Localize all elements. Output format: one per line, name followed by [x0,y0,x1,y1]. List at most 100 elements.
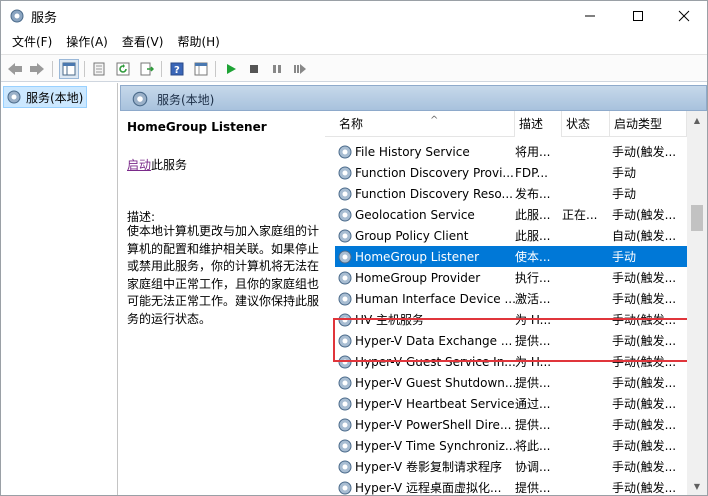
cell-startup-type: 手动(触发... [612,292,677,306]
service-title: HomeGroup Listener [127,120,267,134]
menu-file[interactable]: 文件(F) [5,31,59,53]
forward-button[interactable] [27,59,47,79]
menu-view[interactable]: 查看(V) [115,31,171,53]
service-gear-icon [338,166,352,179]
stop-service-button[interactable] [244,59,264,79]
services-pane: 服务(本地) HomeGroup Listener 启动此服务 描述: 使本地计… [120,83,707,495]
sort-ascending-icon: ^ [430,115,439,126]
cell-startup-type: 手动(触发... [612,208,677,222]
cell-startup-type: 手动(触发... [612,145,677,159]
cell-name: HomeGroup Listener [355,249,480,264]
tree-item-label: 服务(本地) [26,90,84,105]
cell-description: 提供... [515,334,551,348]
menu-help[interactable]: 帮助(H) [170,31,226,53]
view-options-button[interactable] [191,59,211,79]
cell-name: Group Policy Client [355,228,469,243]
table-row[interactable]: Human Interface Device ... 激活... 手动(触发... [335,288,687,309]
tree-item-services-local[interactable]: 服务(本地) [3,86,87,108]
cell-startup-type: 手动(触发... [612,439,677,453]
service-gear-icon [338,397,352,410]
cell-startup-type: 手动 [612,250,637,264]
cell-name: HV 主机服务 [355,313,425,327]
services-gear-icon [7,90,21,104]
cell-name: Geolocation Service [355,207,475,222]
table-row[interactable]: Hyper-V 卷影复制请求程序 协调... 手动(触发... [335,456,687,477]
start-service-link[interactable]: 启动 [127,158,151,172]
refresh-icon [116,62,130,76]
scrollbar-thumb[interactable] [691,205,703,231]
column-header-description[interactable]: 描述 [515,111,562,137]
table-row[interactable]: Hyper-V PowerShell Dire... 提供... 手动(触发... [335,414,687,435]
service-gear-icon [338,439,352,452]
back-button[interactable] [5,59,25,79]
refresh-button[interactable] [113,59,133,79]
cell-description: 为 H... [515,355,552,369]
table-row[interactable]: Function Discovery Provi... FDP... 手动 [335,162,687,183]
service-gear-icon [338,460,352,473]
table-row[interactable]: HV 主机服务 为 H... 手动(触发... [335,309,687,330]
minimize-button[interactable] [567,1,613,31]
description-text: 使本地计算机更改与加入家庭组的计算机的配置和维护相关联。如果停止或禁用此服务，你… [127,224,320,326]
service-gear-icon [338,376,352,389]
table-row[interactable]: Function Discovery Reso... 发布... 手动 [335,183,687,204]
cell-name: Hyper-V Guest Shutdown... [355,375,517,390]
cell-status: 正在... [562,208,598,222]
cell-description: FDP... [515,165,548,180]
export-list-button[interactable] [137,59,157,79]
scroll-up-icon[interactable]: ▲ [687,111,707,129]
cell-startup-type: 自动(触发... [612,229,677,243]
cell-description: 通过... [515,397,551,411]
column-header-name[interactable]: 名称 ^ [335,111,515,137]
start-action-suffix: 此服务 [151,158,188,172]
maximize-button[interactable] [615,1,661,31]
table-row[interactable]: HomeGroup Provider 执行... 手动(触发... [335,267,687,288]
service-gear-icon [338,334,352,347]
service-gear-icon [338,481,352,494]
restart-service-button[interactable] [290,59,310,79]
services-window: 服务 文件(F) 操作(A) 查看(V) 帮助(H) ? 服务(本地) 服务(本… [0,0,708,496]
menu-bar: 文件(F) 操作(A) 查看(V) 帮助(H) [1,31,707,53]
cell-name: HomeGroup Provider [355,270,481,285]
services-gear-icon [10,9,24,23]
vertical-scrollbar[interactable]: ▲ ▼ [687,111,707,495]
cell-startup-type: 手动(触发... [612,271,677,285]
svg-text:?: ? [174,65,180,76]
forward-arrow-icon [30,63,44,75]
export-list-icon [140,62,154,76]
cell-description: 此服... [515,229,551,243]
cell-startup-type: 手动 [612,187,637,201]
cell-startup-type: 手动(触发... [612,355,677,369]
title-bar: 服务 [1,1,707,31]
table-row[interactable]: Hyper-V Guest Service In... 为 H... 手动(触发..… [335,351,687,372]
column-header-status[interactable]: 状态 [562,111,610,137]
properties-icon [93,62,105,76]
help-button[interactable]: ? [167,59,187,79]
scroll-down-icon[interactable]: ▼ [687,477,707,495]
show-console-tree-button[interactable] [59,59,79,79]
pause-service-button[interactable] [267,59,287,79]
table-row[interactable]: Hyper-V Heartbeat Service 通过... 手动(触发... [335,393,687,414]
table-row[interactable]: Hyper-V Time Synchroniz... 将此... 手动(触发... [335,435,687,456]
cell-startup-type: 手动(触发... [612,460,677,474]
start-service-button[interactable] [221,59,241,79]
properties-button[interactable] [89,59,109,79]
column-header-startup-type[interactable]: 启动类型 [610,111,687,137]
table-row[interactable]: Hyper-V Guest Shutdown... 提供... 手动(触发... [335,372,687,393]
table-row[interactable]: HomeGroup Listener 使本... 手动 [335,246,687,267]
table-row[interactable]: File History Service 将用... 手动(触发... [335,141,687,162]
cell-description: 发布... [515,187,551,201]
table-row[interactable]: Group Policy Client 此服... 自动(触发... [335,225,687,246]
pane-header-title: 服务(本地) [157,93,215,107]
table-row[interactable]: Hyper-V 远程桌面虚拟化... 提供... 手动(触发... [335,477,687,495]
service-gear-icon [338,187,352,200]
service-gear-icon [338,355,352,368]
close-button[interactable] [661,1,707,31]
cell-name: Function Discovery Provi... [355,165,514,180]
table-row[interactable]: Hyper-V Data Exchange ... 提供... 手动(触发... [335,330,687,351]
menu-action[interactable]: 操作(A) [59,31,115,53]
table-row[interactable]: Geolocation Service 此服... 正在... 手动(触发... [335,204,687,225]
window-title: 服务 [31,11,58,26]
cell-description: 将用... [515,145,551,159]
view-grid-icon [194,62,208,76]
stop-icon [250,65,258,73]
